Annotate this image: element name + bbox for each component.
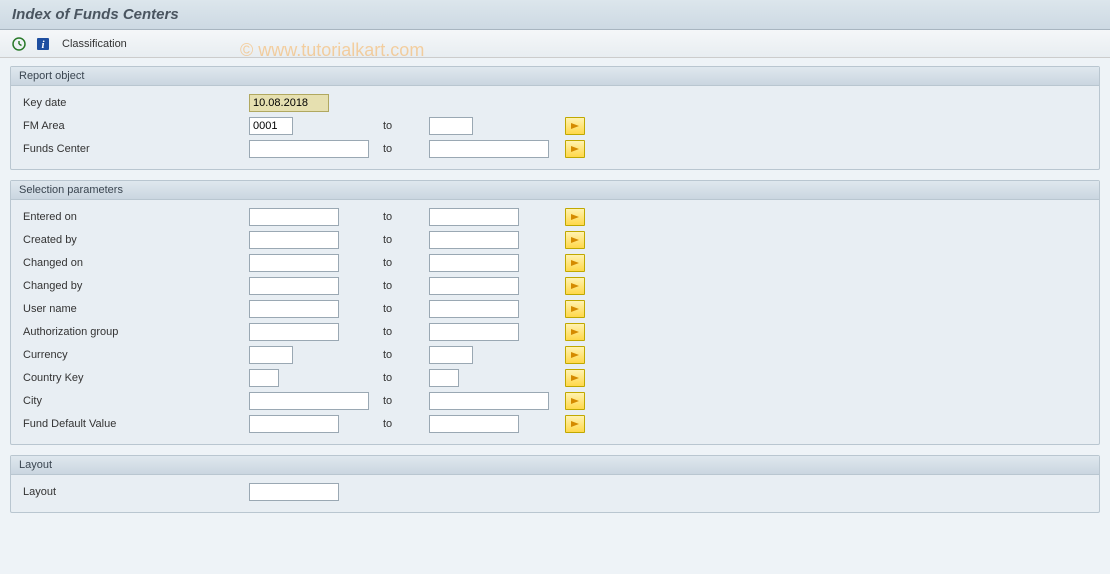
input-funds-center-to[interactable] — [429, 140, 549, 158]
page-title-bar: Index of Funds Centers — [0, 0, 1110, 30]
row-fm-area: FM Area to — [19, 115, 1091, 137]
page-title: Index of Funds Centers — [12, 6, 179, 23]
input-currency-from[interactable] — [249, 346, 293, 364]
label-city: City — [19, 395, 249, 407]
tolabel-changed-by: to — [379, 280, 429, 292]
input-created-by-from[interactable] — [249, 231, 339, 249]
row-entered-on: Entered on to — [19, 206, 1091, 228]
label-fund-default: Fund Default Value — [19, 418, 249, 430]
row-funds-center: Funds Center to — [19, 138, 1091, 160]
multi-select-changed-by[interactable] — [565, 277, 585, 295]
info-icon[interactable]: i — [34, 35, 52, 53]
row-city: City to — [19, 390, 1091, 412]
input-city-to[interactable] — [429, 392, 549, 410]
label-key-date: Key date — [19, 97, 249, 109]
input-user-name-from[interactable] — [249, 300, 339, 318]
group-selection-parameters: Selection parameters Entered on to Creat… — [10, 180, 1100, 445]
content-area: Report object Key date FM Area to Funds … — [0, 58, 1110, 574]
tolabel-country-key: to — [379, 372, 429, 384]
tolabel-funds-center: to — [379, 143, 429, 155]
execute-icon[interactable] — [10, 35, 28, 53]
toolbar: i Classification — [0, 30, 1110, 58]
tolabel-city: to — [379, 395, 429, 407]
input-fund-default-to[interactable] — [429, 415, 519, 433]
input-changed-on-to[interactable] — [429, 254, 519, 272]
input-entered-on-from[interactable] — [249, 208, 339, 226]
input-currency-to[interactable] — [429, 346, 473, 364]
label-layout: Layout — [19, 486, 249, 498]
tolabel-user-name: to — [379, 303, 429, 315]
label-fm-area: FM Area — [19, 120, 249, 132]
row-created-by: Created by to — [19, 229, 1091, 251]
input-city-from[interactable] — [249, 392, 369, 410]
multi-select-funds-center[interactable] — [565, 140, 585, 158]
multi-select-entered-on[interactable] — [565, 208, 585, 226]
row-key-date: Key date — [19, 92, 1091, 114]
multi-select-fm-area[interactable] — [565, 117, 585, 135]
multi-select-changed-on[interactable] — [565, 254, 585, 272]
tolabel-fund-default: to — [379, 418, 429, 430]
multi-select-city[interactable] — [565, 392, 585, 410]
input-changed-by-from[interactable] — [249, 277, 339, 295]
input-country-key-from[interactable] — [249, 369, 279, 387]
row-auth-group: Authorization group to — [19, 321, 1091, 343]
row-changed-by: Changed by to — [19, 275, 1091, 297]
row-layout: Layout — [19, 481, 1091, 503]
label-user-name: User name — [19, 303, 249, 315]
multi-select-auth-group[interactable] — [565, 323, 585, 341]
row-changed-on: Changed on to — [19, 252, 1091, 274]
multi-select-country-key[interactable] — [565, 369, 585, 387]
multi-select-fund-default[interactable] — [565, 415, 585, 433]
input-fund-default-from[interactable] — [249, 415, 339, 433]
label-country-key: Country Key — [19, 372, 249, 384]
tolabel-created-by: to — [379, 234, 429, 246]
group-report-object: Report object Key date FM Area to Funds … — [10, 66, 1100, 170]
input-changed-by-to[interactable] — [429, 277, 519, 295]
group-title-selection-parameters: Selection parameters — [11, 181, 1099, 200]
tolabel-auth-group: to — [379, 326, 429, 338]
input-funds-center-from[interactable] — [249, 140, 369, 158]
classification-label[interactable]: Classification — [62, 38, 127, 50]
input-fm-area-from[interactable] — [249, 117, 293, 135]
input-key-date[interactable] — [249, 94, 329, 112]
multi-select-created-by[interactable] — [565, 231, 585, 249]
tolabel-entered-on: to — [379, 211, 429, 223]
row-currency: Currency to — [19, 344, 1091, 366]
input-layout[interactable] — [249, 483, 339, 501]
label-entered-on: Entered on — [19, 211, 249, 223]
row-user-name: User name to — [19, 298, 1091, 320]
input-auth-group-to[interactable] — [429, 323, 519, 341]
row-country-key: Country Key to — [19, 367, 1091, 389]
input-entered-on-to[interactable] — [429, 208, 519, 226]
input-auth-group-from[interactable] — [249, 323, 339, 341]
input-fm-area-to[interactable] — [429, 117, 473, 135]
group-title-layout: Layout — [11, 456, 1099, 475]
multi-select-currency[interactable] — [565, 346, 585, 364]
tolabel-currency: to — [379, 349, 429, 361]
group-layout: Layout Layout — [10, 455, 1100, 513]
label-changed-on: Changed on — [19, 257, 249, 269]
label-funds-center: Funds Center — [19, 143, 249, 155]
row-fund-default: Fund Default Value to — [19, 413, 1091, 435]
label-changed-by: Changed by — [19, 280, 249, 292]
input-created-by-to[interactable] — [429, 231, 519, 249]
input-changed-on-from[interactable] — [249, 254, 339, 272]
tolabel-fm-area: to — [379, 120, 429, 132]
input-country-key-to[interactable] — [429, 369, 459, 387]
input-user-name-to[interactable] — [429, 300, 519, 318]
group-title-report-object: Report object — [11, 67, 1099, 86]
tolabel-changed-on: to — [379, 257, 429, 269]
label-currency: Currency — [19, 349, 249, 361]
multi-select-user-name[interactable] — [565, 300, 585, 318]
label-auth-group: Authorization group — [19, 326, 249, 338]
label-created-by: Created by — [19, 234, 249, 246]
